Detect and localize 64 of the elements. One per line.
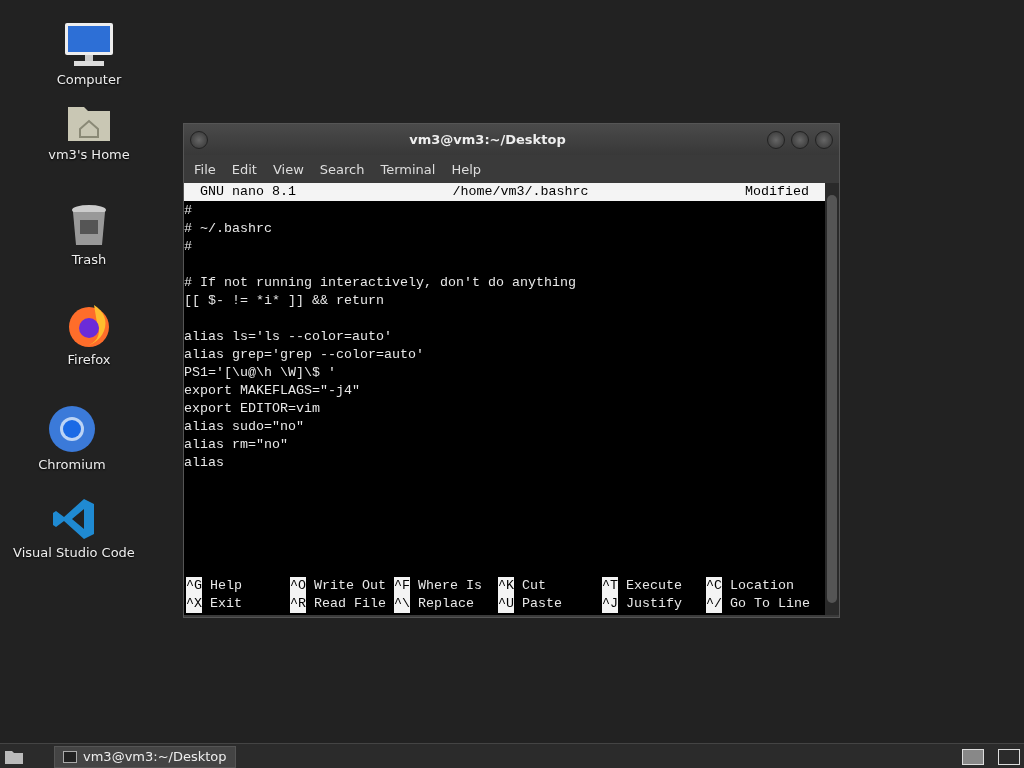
code-line: export MAKEFLAGS="-j4" (184, 382, 361, 400)
menu-item[interactable]: Edit (223, 161, 265, 177)
shortcut-key: ^F (394, 577, 410, 595)
shortcut-key: ^G (186, 577, 202, 595)
workspace-switch[interactable] (962, 748, 984, 765)
shortcut-key: ^T (602, 577, 618, 595)
terminal-icon (63, 750, 77, 763)
code-line: alias sudo="no" (184, 418, 305, 436)
desktop-icon-label[interactable]: Visual Studio Code (13, 545, 135, 560)
shortcut-label: Write Out (314, 577, 386, 595)
code-line: # (184, 202, 193, 220)
menu-item[interactable]: Search (311, 161, 373, 177)
shortcut-key: ^O (290, 577, 306, 595)
shortcut-key: ^X (186, 595, 202, 613)
shortcut-label: Justify (626, 595, 682, 613)
shortcut-label: Read File (314, 595, 386, 613)
code-line: alias grep='grep --color=auto' (184, 346, 425, 364)
shortcut-key: ^K (498, 577, 514, 595)
trash-icon (70, 204, 108, 248)
shortcut-label: Help (210, 577, 242, 595)
firefox-icon (66, 302, 112, 348)
window-title: vm3@vm3:~/Desktop (409, 132, 566, 147)
shortcut-label: Cut (522, 577, 546, 595)
code-line: PS1='[\u@\h \W]\$ ' (184, 364, 337, 382)
shortcut-label: Go To Line (730, 595, 810, 613)
desktop-icon-label[interactable]: Computer (56, 72, 122, 87)
file-path: /home/vm3/.bashrc (452, 183, 589, 201)
shortcut-label: Exit (210, 595, 242, 613)
code-line: alias rm="no" (184, 436, 289, 454)
code-editor-icon (52, 497, 96, 541)
code-line: export EDITOR=vim (184, 400, 321, 418)
code-line: [[ $- != *i* ]] && return (184, 292, 385, 310)
menu-item[interactable]: Terminal (372, 161, 444, 177)
shortcut-key: ^C (706, 577, 722, 595)
shortcut-key: ^J (602, 595, 618, 613)
menu-item[interactable]: View (264, 161, 312, 177)
desktop-icon-label[interactable]: Chromium (38, 457, 106, 472)
shortcut-key: ^/ (706, 595, 722, 613)
shortcut-key: ^U (498, 595, 514, 613)
shortcut-label: Location (730, 577, 794, 595)
shortcut-label: Replace (418, 595, 474, 613)
editor-version: GNU nano 8.1 (200, 183, 296, 201)
menu-item[interactable]: File (186, 161, 224, 177)
code-line: # (184, 238, 193, 256)
shortcut-label: Execute (626, 577, 682, 595)
start-menu-icon[interactable] (4, 748, 24, 765)
code-line: # If not running interactively, don't do anything (184, 274, 577, 292)
chromium-icon (48, 405, 96, 453)
shortcut-key: ^\ (394, 595, 410, 613)
scrollbar[interactable] (825, 183, 839, 615)
shortcut-key: ^R (290, 595, 306, 613)
workspace-switch[interactable] (998, 748, 1020, 765)
code-line: # ~/.bashrc (184, 220, 273, 238)
code-line: alias ls='ls --color=auto' (184, 328, 393, 346)
monitor-icon (64, 22, 114, 68)
shortcut-label: Where Is (418, 577, 482, 595)
desktop-icon-label[interactable]: Firefox (67, 352, 111, 367)
taskbar-button[interactable]: vm3@vm3:~/Desktop (54, 745, 236, 768)
desktop-icon-label[interactable]: Trash (71, 252, 107, 267)
file-status: Modified (745, 183, 809, 201)
menu-item[interactable]: Help (443, 161, 490, 177)
desktop-icon-label[interactable]: vm3's Home (48, 147, 130, 162)
shortcut-label: Paste (522, 595, 562, 613)
code-line: alias (184, 454, 225, 472)
